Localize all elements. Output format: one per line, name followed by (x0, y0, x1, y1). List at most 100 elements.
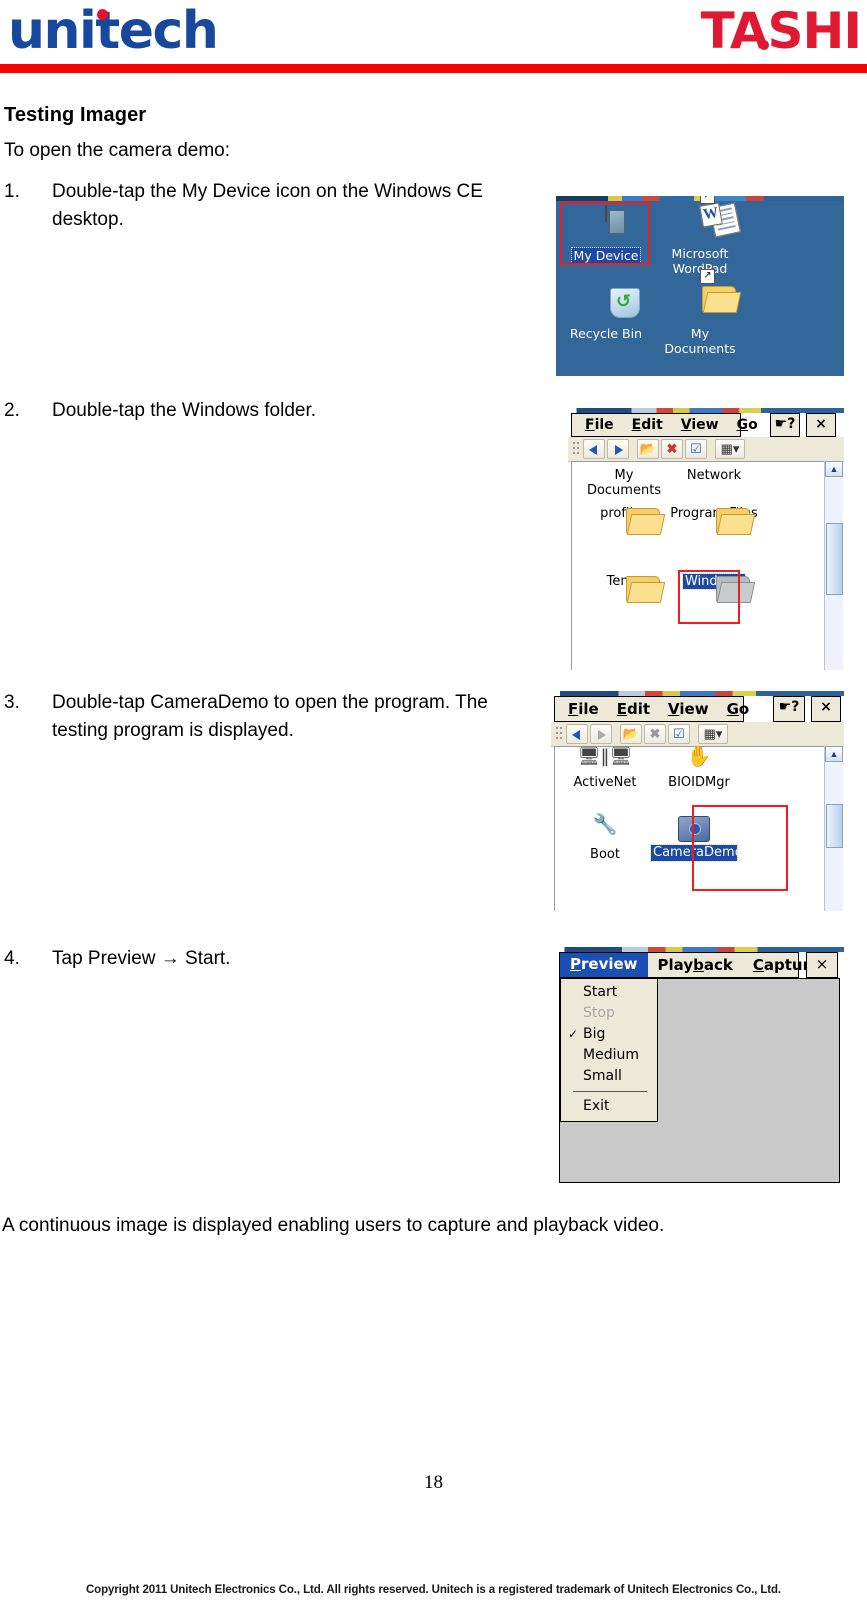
menu-item-preview[interactable]: Preview (560, 953, 648, 977)
screenshot-my-device-explorer: File Edit View Go ☛? × 📂 ✖ ☑ ▦▾ My Docum… (568, 408, 844, 670)
step-item-4: 4. Tap Preview → Start. (4, 945, 549, 973)
preview-dropdown-menu: Start Stop ✓ Big Medium Small Exit (560, 978, 658, 1122)
boot-icon: 🔧 (592, 812, 618, 836)
file-item-label: Network (686, 468, 742, 483)
step-number-2: 2. (4, 400, 20, 421)
close-button[interactable]: × (806, 413, 836, 437)
menu-option-small[interactable]: Small (561, 1066, 657, 1087)
file-item-activenet[interactable]: 🖥‖🖥 ActiveNet (557, 748, 653, 791)
forward-icon[interactable] (607, 439, 629, 459)
explorer-scrollbar[interactable]: ▲ (824, 746, 843, 911)
delete-icon[interactable]: ✖ (644, 724, 666, 744)
desktop-icon-label: Recycle Bin (569, 326, 643, 341)
menu-option-label: Medium (583, 1047, 639, 1063)
page-header: unitech TASHI (0, 0, 867, 82)
desktop-icon-microsoft-wordpad[interactable]: W ↗ Microsoft WordPad (656, 196, 744, 276)
file-item-temp[interactable]: Temp (576, 574, 672, 603)
camera-menu-bar: Preview Playback Capture (559, 952, 820, 978)
close-button[interactable]: × (811, 696, 841, 722)
menu-item-playback[interactable]: Playback (648, 954, 743, 977)
unitech-logo: unitech (8, 2, 219, 60)
help-button[interactable]: ☛? (770, 413, 800, 437)
desktop-background: My Device W ↗ Microsoft WordPad ↺ Recycl… (556, 196, 844, 376)
menu-option-medium[interactable]: Medium (561, 1045, 657, 1066)
header-divider (0, 64, 867, 73)
explorer-file-list: My Documents Network profiles Program Fi… (571, 461, 824, 670)
desktop-icon-label: My Device (570, 247, 642, 264)
menu-option-label: Big (583, 1026, 606, 1042)
explorer-window: File Edit View Go ☛? × 📂 ✖ ☑ ▦▾ My Docum… (568, 408, 844, 670)
close-button[interactable]: × (806, 952, 838, 978)
file-item-my-documents[interactable]: My Documents (576, 468, 672, 498)
up-folder-icon[interactable]: 📂 (637, 439, 659, 459)
back-icon[interactable] (566, 724, 588, 744)
pda-device-icon (586, 205, 626, 246)
forward-icon[interactable] (590, 724, 612, 744)
views-icon[interactable]: ▦▾ (715, 439, 745, 459)
scroll-up-icon[interactable]: ▲ (825, 461, 843, 477)
toolbar-grip-handle[interactable] (572, 441, 580, 457)
file-item-network[interactable]: Network (666, 468, 762, 483)
file-item-label: CameraDemo (650, 844, 743, 862)
tashi-logo-dot-icon (758, 40, 769, 50)
up-folder-icon[interactable]: 📂 (620, 724, 642, 744)
step-number-3: 3. (4, 692, 20, 713)
menu-item-view[interactable]: View (672, 417, 728, 433)
explorer-toolbar: 📂 ✖ ☑ ▦▾ (568, 437, 844, 462)
screenshot-windows-folder-explorer: File Edit View Go ☛? × 📂 ✖ ☑ ▦▾ 🖥‖🖥 Acti… (551, 691, 844, 911)
explorer-window: File Edit View Go ☛? × 📂 ✖ ☑ ▦▾ 🖥‖🖥 Acti… (551, 691, 844, 911)
views-icon[interactable]: ▦▾ (698, 724, 728, 744)
scroll-up-icon[interactable]: ▲ (825, 746, 843, 762)
scrollbar-thumb[interactable] (826, 804, 843, 848)
shortcut-arrow-icon: ↗ (700, 269, 715, 284)
step-item-3: 3. Double-tap CameraDemo to open the pro… (4, 689, 549, 745)
step-item-2: 2. Double-tap the Windows folder. (4, 397, 549, 425)
file-item-boot[interactable]: 🔧 Boot (557, 812, 653, 862)
desktop-icon-my-documents[interactable]: ↗ My Documents (656, 269, 744, 356)
desktop-icon-label: My Documents (664, 326, 736, 356)
footer-copyright: Copyright 2011 Unitech Electronics Co., … (85, 1584, 782, 1596)
desktop-icon-my-device[interactable]: My Device (562, 205, 650, 264)
menu-option-start[interactable]: Start (561, 982, 657, 1003)
screenshot-camera-demo-preview-menu: Preview Playback Capture × Start Stop ✓ … (556, 947, 844, 1185)
menu-item-go[interactable]: Go (718, 700, 759, 718)
intro-text: To open the camera demo: (4, 140, 231, 161)
file-item-program-files[interactable]: Program Files (666, 506, 762, 535)
explorer-menu-bar: File Edit View Go (554, 696, 749, 722)
file-item-bioidmgr[interactable]: ✋ BIOIDMgr (651, 746, 747, 790)
screenshot-windows-ce-desktop: My Device W ↗ Microsoft WordPad ↺ Recycl… (556, 196, 844, 376)
menu-option-exit[interactable]: Exit (561, 1096, 657, 1117)
unitech-logo-dot-icon (97, 9, 108, 20)
toolbar-grip-handle[interactable] (555, 726, 563, 742)
desktop-icon-recycle-bin[interactable]: ↺ Recycle Bin (562, 284, 650, 341)
step-item-1: 1. Double-tap the My Device icon on the … (4, 178, 549, 234)
back-icon[interactable] (583, 439, 605, 459)
menu-option-label: Stop (583, 1005, 615, 1021)
help-button[interactable]: ☛? (773, 696, 805, 722)
file-item-camerademo[interactable]: CameraDemo (650, 813, 743, 862)
menu-item-view[interactable]: View (659, 700, 718, 718)
shortcut-arrow-icon: ↗ (700, 196, 715, 204)
menu-item-file[interactable]: File (559, 700, 608, 718)
menu-option-label: Start (583, 984, 618, 1000)
file-item-windows[interactable]: Windows (666, 573, 762, 603)
menu-item-file[interactable]: File (576, 417, 623, 433)
menu-item-edit[interactable]: Edit (623, 417, 672, 433)
menu-option-big[interactable]: ✓ Big (561, 1024, 657, 1045)
file-item-label: My Documents (586, 468, 662, 498)
explorer-scrollbar[interactable]: ▲ (824, 461, 843, 670)
menu-option-label: Exit (583, 1098, 610, 1114)
scrollbar-thumb[interactable] (826, 523, 843, 595)
camera-demo-icon (651, 813, 737, 845)
camera-demo-window: Preview Playback Capture × Start Stop ✓ … (556, 947, 844, 1185)
delete-icon[interactable]: ✖ (661, 439, 683, 459)
menu-option-stop: Stop (561, 1003, 657, 1024)
properties-icon[interactable]: ☑ (668, 724, 690, 744)
properties-icon[interactable]: ☑ (685, 439, 707, 459)
page-number: 18 (424, 1472, 443, 1493)
menu-item-go[interactable]: Go (728, 417, 767, 433)
file-item-profiles[interactable]: profiles (576, 506, 672, 535)
file-item-label: ActiveNet (573, 775, 637, 790)
explorer-menu-bar: File Edit View Go (571, 413, 758, 437)
menu-item-edit[interactable]: Edit (608, 700, 659, 718)
